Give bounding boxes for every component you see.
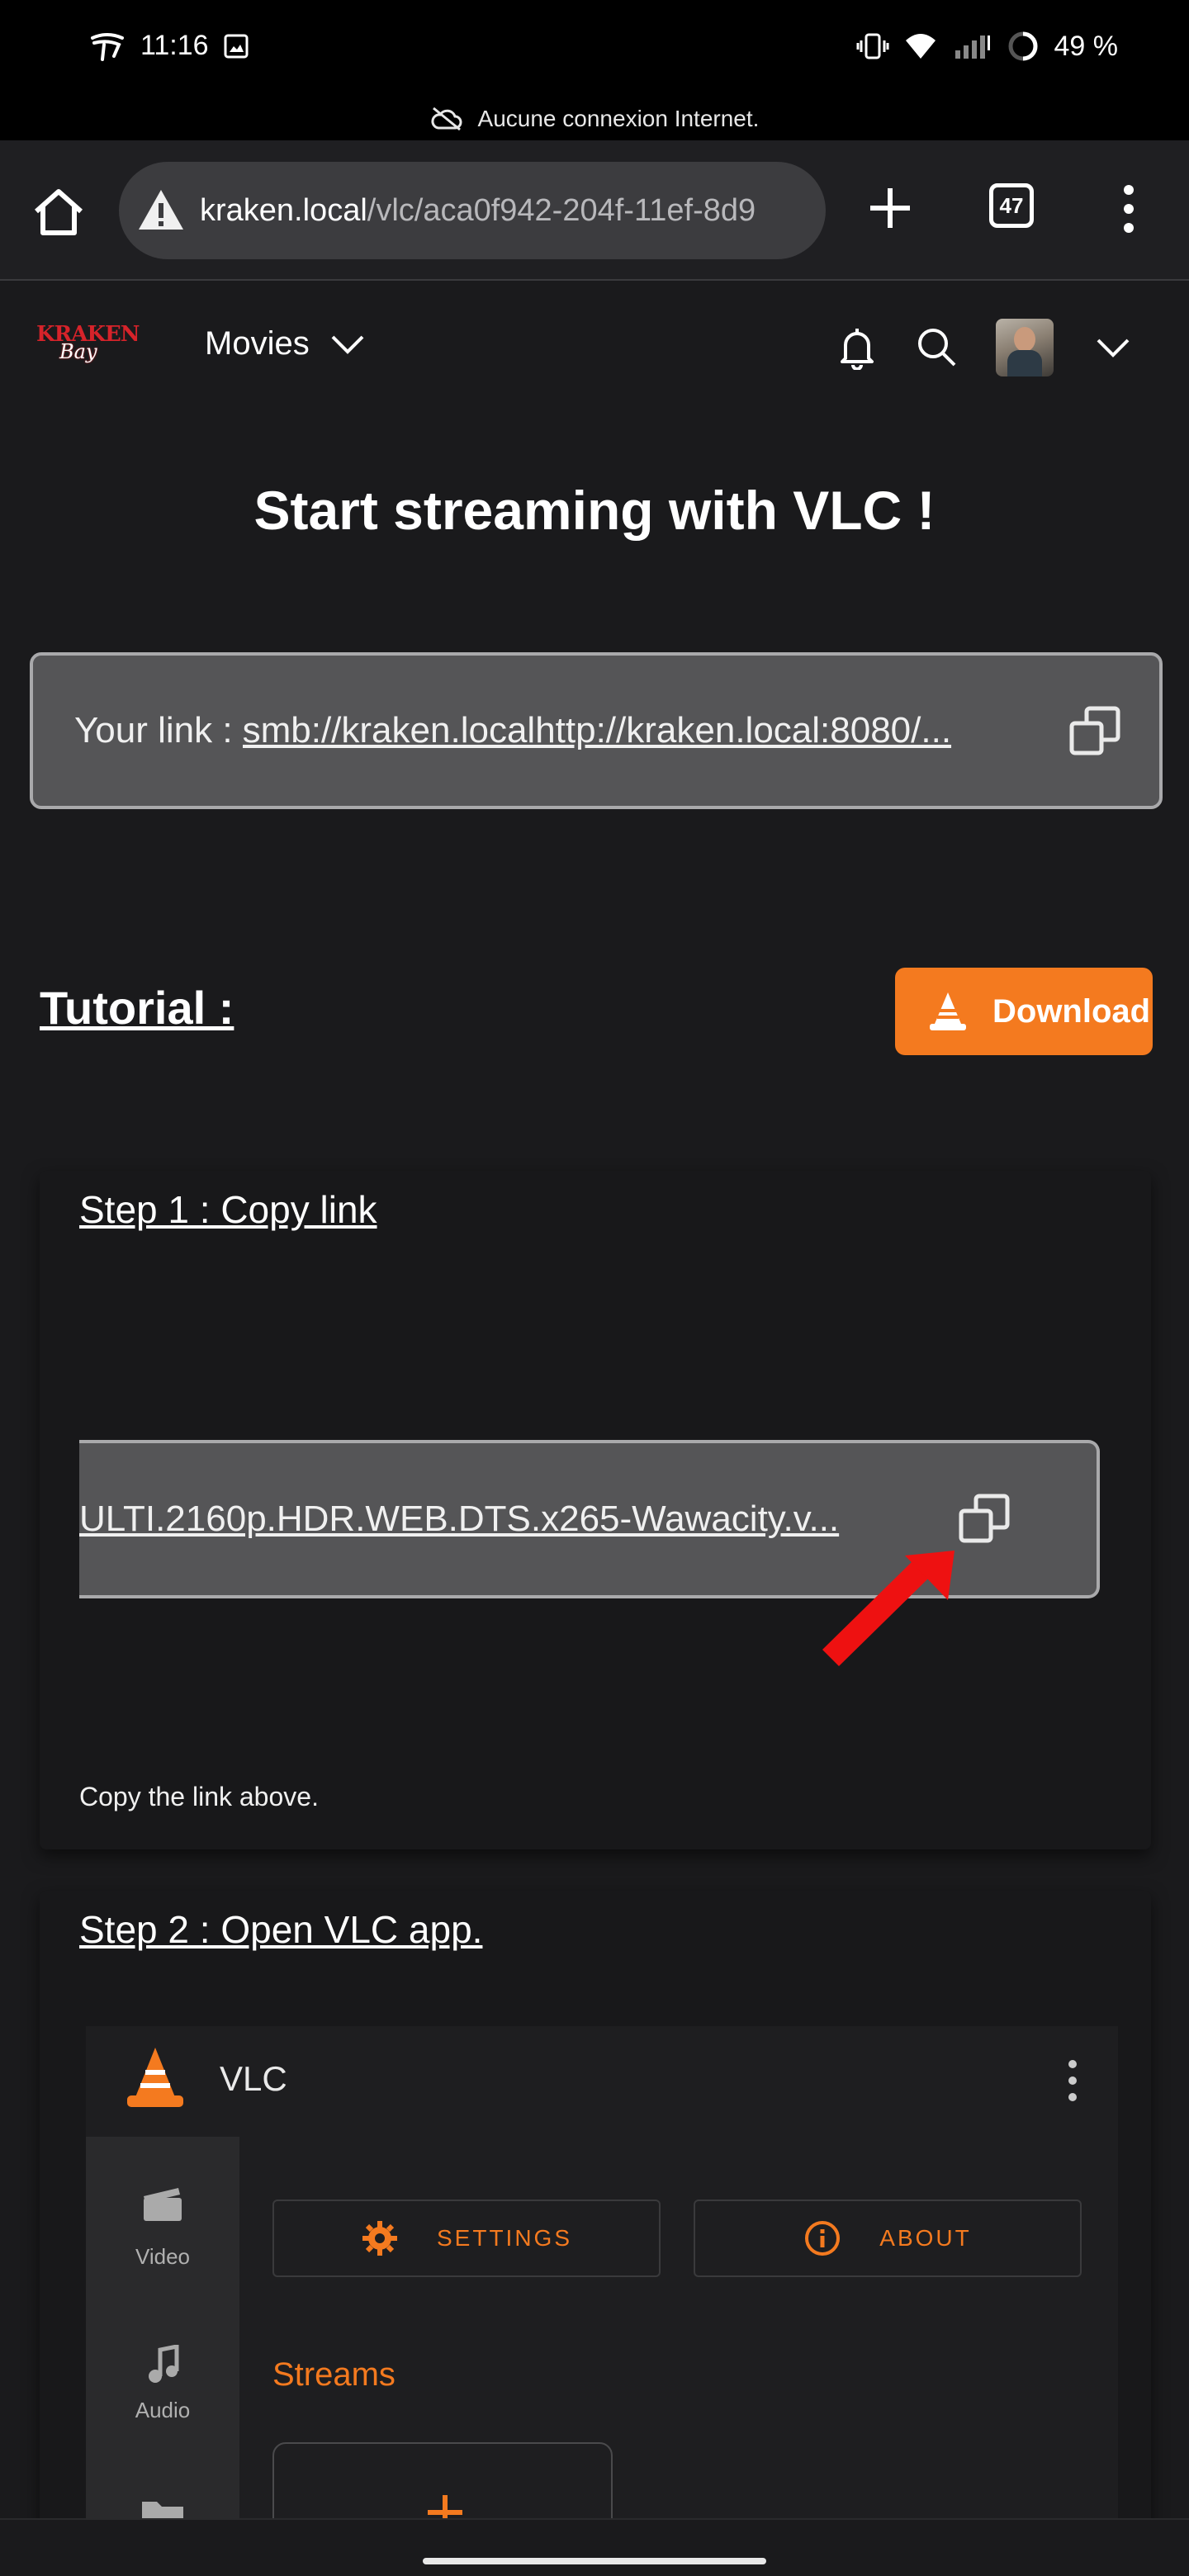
avatar[interactable] <box>996 319 1054 376</box>
stream-link[interactable]: smb://kraken.localhttp://kraken.local:80… <box>243 710 1027 751</box>
avatar-face <box>1014 327 1035 352</box>
gesture-nav-bar <box>0 2518 1189 2576</box>
battery-ring-icon <box>1008 31 1037 61</box>
status-left: 11:16 <box>89 30 249 62</box>
music-note-icon <box>149 2345 179 2383</box>
warning-icon[interactable] <box>137 187 185 234</box>
step-1-title: Step 1 : Copy link <box>79 1188 377 1231</box>
movies-nav-dropdown[interactable]: Movies <box>205 325 366 362</box>
step-1-description: Copy the link above. <box>79 1782 319 1811</box>
vlc-app-bar: VLC <box>86 2026 1118 2135</box>
url-bar[interactable]: kraken.local/vlc/aca0f942-204f-11ef-8d9 <box>119 162 826 259</box>
link-label: Your link : <box>74 710 233 751</box>
status-right: 49 % <box>856 30 1119 63</box>
step-2-card: Step 2 : Open VLC app. VLC Video Audio S… <box>40 1891 1151 2551</box>
vlc-app-screenshot: VLC Video Audio SETTINGS ABOUT Streams <box>86 2026 1118 2551</box>
vlc-app-name: VLC <box>220 2059 287 2098</box>
cloud-off-icon <box>430 107 462 131</box>
url-path: /vlc/aca0f942-204f-11ef-8d9 <box>367 192 756 228</box>
gesture-handle[interactable] <box>423 2558 766 2564</box>
download-label: Download <box>992 992 1151 1030</box>
url-text[interactable]: kraken.local/vlc/aca0f942-204f-11ef-8d9 <box>200 193 756 229</box>
battery-percent: 49 % <box>1054 30 1119 62</box>
tutorial-heading: Tutorial : <box>40 982 234 1034</box>
more-vert-icon[interactable] <box>1116 180 1141 238</box>
offline-message: Aucune connexion Internet. <box>477 106 760 131</box>
page-title: Start streaming with VLC ! <box>253 480 936 541</box>
step-1-link-excerpt: ULTI.2160p.HDR.WEB.DTS.x265-Wawacity.v..… <box>79 1499 840 1539</box>
vlc-about-label: ABOUT <box>879 2225 972 2251</box>
stream-link-box: Your link : smb://kraken.localhttp://kra… <box>30 652 1163 809</box>
vlc-about-button: ABOUT <box>694 2200 1082 2277</box>
bell-icon[interactable] <box>837 325 877 370</box>
video-clapper-icon <box>144 2188 182 2221</box>
home-icon[interactable] <box>30 183 88 241</box>
offline-banner: Aucune connexion Internet. <box>0 97 1189 140</box>
vibrate-icon <box>856 33 888 59</box>
clock: 11:16 <box>140 30 209 61</box>
signal-icon <box>955 36 990 59</box>
site-header: KRAKEN Bay Movies <box>0 282 1189 411</box>
eye-of-horus-icon <box>91 32 124 61</box>
copy-icon[interactable] <box>1068 705 1121 758</box>
gear-icon <box>362 2221 397 2256</box>
vlc-cone-icon <box>930 992 966 1030</box>
plus-icon[interactable] <box>864 182 917 234</box>
vlc-cone-icon <box>127 2048 183 2107</box>
step-2-title: Step 2 : Open VLC app. <box>79 1908 483 1951</box>
search-icon[interactable] <box>915 325 958 368</box>
vlc-settings-label: SETTINGS <box>436 2225 572 2251</box>
download-button[interactable]: Download <box>895 968 1153 1055</box>
chevron-down-icon[interactable] <box>1095 337 1131 358</box>
status-bar: 11:16 49 % <box>0 0 1189 97</box>
vlc-streams-heading: Streams <box>272 2356 396 2393</box>
info-icon <box>805 2221 841 2256</box>
avatar-body <box>1007 350 1042 376</box>
url-host: kraken.local <box>200 192 367 228</box>
image-notification-icon <box>224 34 249 58</box>
vlc-settings-button: SETTINGS <box>272 2200 661 2277</box>
browser-toolbar: kraken.local/vlc/aca0f942-204f-11ef-8d9 … <box>0 140 1189 281</box>
red-arrow-icon <box>822 1551 955 1666</box>
copy-icon <box>959 1494 1010 1543</box>
vlc-sidebar-audio: Audio <box>135 2398 191 2422</box>
tabs-icon[interactable]: 47 <box>989 183 1034 228</box>
chevron-down-icon <box>331 335 364 354</box>
movies-nav-label: Movies <box>205 325 310 362</box>
vlc-sidebar: Video Audio <box>86 2137 239 2551</box>
wifi-icon <box>905 34 936 59</box>
more-vert-icon <box>1068 2060 1077 2101</box>
vlc-sidebar-video: Video <box>135 2244 191 2269</box>
site-logo[interactable]: KRAKEN Bay <box>36 322 140 375</box>
step-1-card: Step 1 : Copy link ULTI.2160p.HDR.WEB.DT… <box>40 1171 1151 1849</box>
